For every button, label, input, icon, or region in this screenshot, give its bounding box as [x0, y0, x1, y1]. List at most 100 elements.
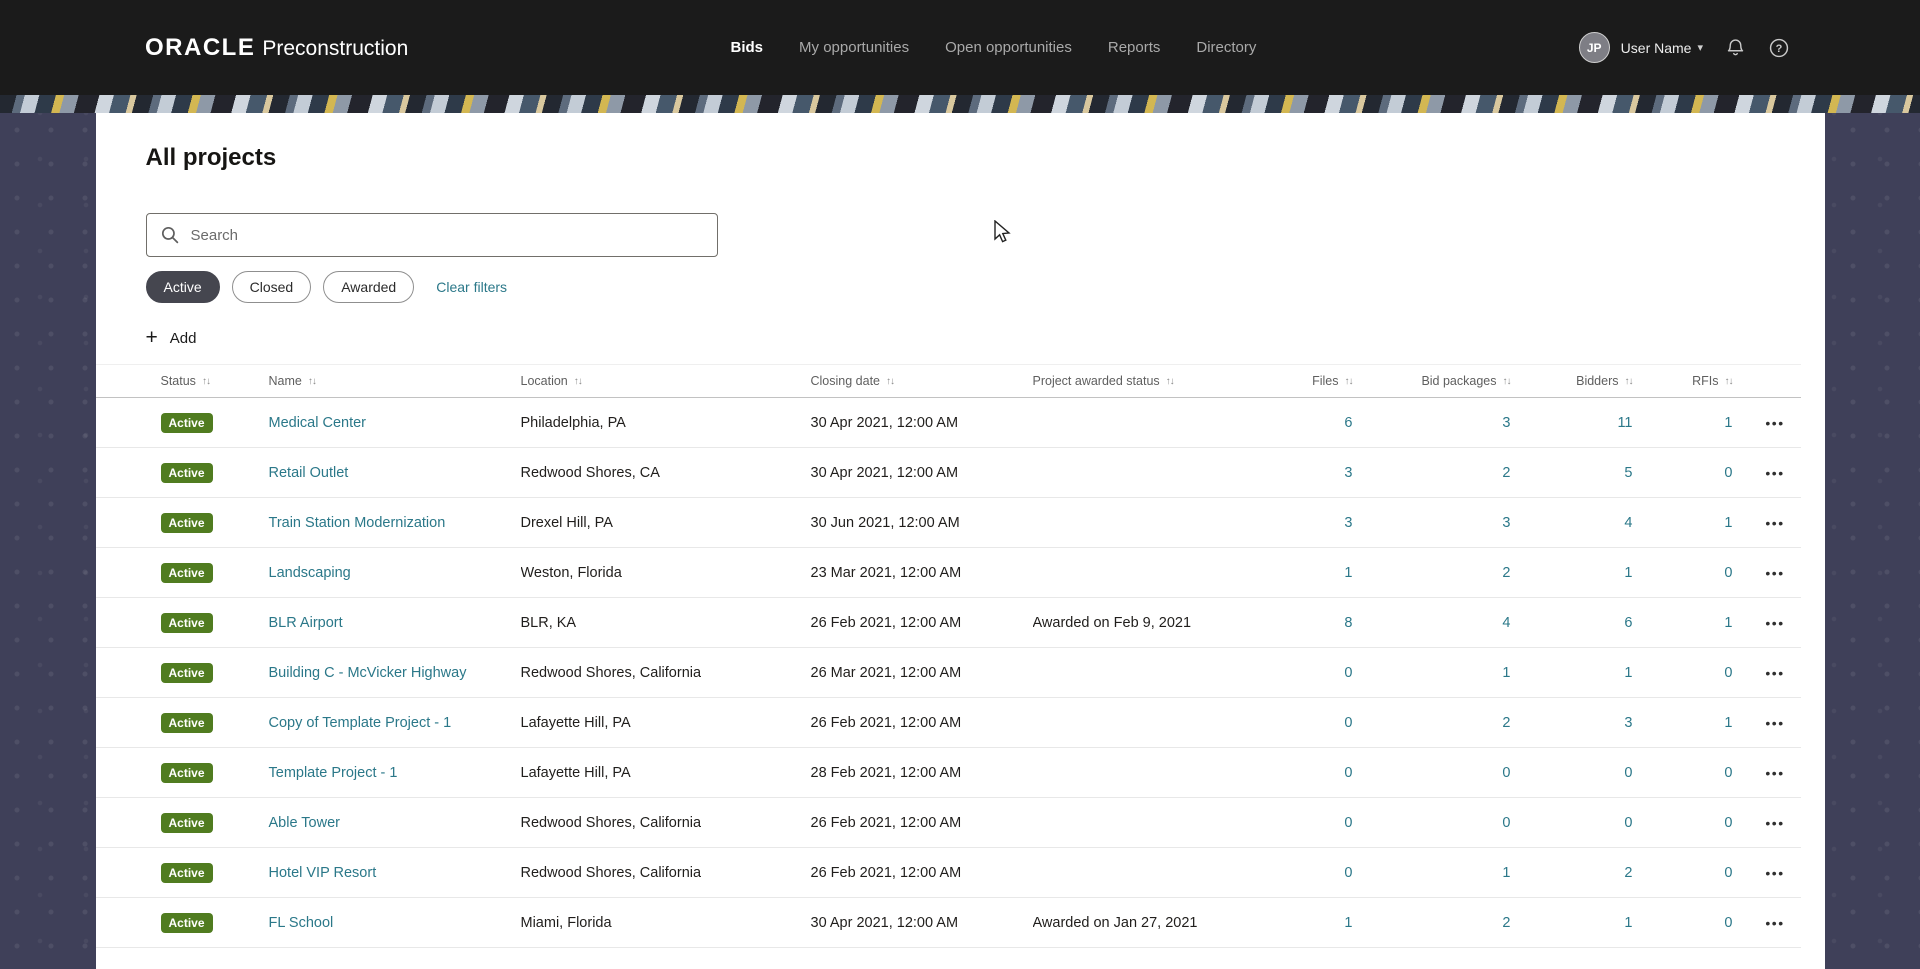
bid-packages-count-link[interactable]: 2 — [1502, 915, 1510, 931]
row-actions-button[interactable]: ••• — [1761, 511, 1788, 535]
project-name-link[interactable]: Train Station Modernization — [269, 515, 446, 531]
col-header-files: Files ↑↓ — [1265, 374, 1370, 388]
row-actions-button[interactable]: ••• — [1761, 561, 1788, 585]
bidders-count-link[interactable]: 4 — [1624, 515, 1632, 531]
plus-icon: + — [145, 326, 158, 349]
clear-filters-link[interactable]: Clear filters — [436, 279, 507, 295]
project-name-link[interactable]: Landscaping — [269, 565, 351, 581]
avatar[interactable]: JP — [1578, 32, 1610, 63]
project-name-link[interactable]: Building C - McVicker Highway — [269, 665, 467, 681]
col-label-files: Files — [1312, 374, 1339, 388]
row-actions-button[interactable]: ••• — [1761, 861, 1788, 885]
rfis-count-link[interactable]: 0 — [1724, 915, 1732, 931]
user-menu[interactable]: User Name ▾ — [1621, 40, 1703, 56]
rfis-count-link[interactable]: 0 — [1724, 865, 1732, 881]
status-cell: Active — [96, 612, 251, 633]
project-name-link[interactable]: Template Project - 1 — [269, 765, 398, 781]
bidders-count-link[interactable]: 1 — [1624, 665, 1632, 681]
status-cell: Active — [96, 562, 251, 583]
filter-chip-closed[interactable]: Closed — [231, 271, 312, 303]
search-input[interactable] — [145, 213, 718, 257]
sort-name-icon[interactable]: ↑↓ — [308, 376, 317, 387]
files-count-link[interactable]: 1 — [1344, 915, 1352, 931]
bid-packages-count-link[interactable]: 3 — [1502, 415, 1510, 431]
project-name-link[interactable]: Medical Center — [269, 415, 367, 431]
bid-packages-count-link[interactable]: 0 — [1502, 815, 1510, 831]
add-button[interactable]: + Add — [145, 326, 197, 349]
sort-location-icon[interactable]: ↑↓ — [574, 376, 583, 387]
bidders-count-link[interactable]: 11 — [1617, 415, 1632, 431]
files-count-link[interactable]: 0 — [1344, 715, 1352, 731]
bid-packages-count-link[interactable]: 2 — [1502, 465, 1510, 481]
files-count-link[interactable]: 1 — [1344, 565, 1352, 581]
project-name-link[interactable]: Hotel VIP Resort — [269, 865, 377, 881]
rfis-count-link[interactable]: 1 — [1724, 715, 1732, 731]
bidders-count-link[interactable]: 0 — [1624, 815, 1632, 831]
bid-packages-count-link[interactable]: 1 — [1502, 865, 1510, 881]
sort-bidders-icon[interactable]: ↑↓ — [1625, 376, 1634, 387]
filter-chip-active[interactable]: Active — [145, 271, 220, 303]
row-actions-button[interactable]: ••• — [1761, 911, 1788, 935]
bid-packages-cell: 3 — [1370, 515, 1528, 531]
bid-packages-count-link[interactable]: 2 — [1502, 565, 1510, 581]
project-location: Redwood Shores, CA — [520, 464, 660, 481]
col-label-location: Location — [520, 374, 568, 388]
sort-files-icon[interactable]: ↑↓ — [1345, 376, 1354, 387]
sort-status-icon[interactable]: ↑↓ — [202, 376, 211, 387]
project-name-link[interactable]: BLR Airport — [269, 615, 343, 631]
rfis-count-link[interactable]: 0 — [1724, 565, 1732, 581]
rfis-count-link[interactable]: 0 — [1724, 765, 1732, 781]
bidders-count-link[interactable]: 5 — [1624, 465, 1632, 481]
rfis-count-link[interactable]: 0 — [1724, 815, 1732, 831]
files-count-link[interactable]: 0 — [1344, 765, 1352, 781]
bidders-count-link[interactable]: 3 — [1624, 715, 1632, 731]
bid-packages-count-link[interactable]: 0 — [1502, 765, 1510, 781]
files-count-link[interactable]: 8 — [1344, 615, 1352, 631]
project-name-link[interactable]: Retail Outlet — [269, 465, 349, 481]
bidders-count-link[interactable]: 6 — [1624, 615, 1632, 631]
sort-awarded-status-icon[interactable]: ↑↓ — [1166, 376, 1175, 387]
row-actions-button[interactable]: ••• — [1761, 811, 1788, 835]
project-name-link[interactable]: FL School — [269, 915, 334, 931]
bid-packages-count-link[interactable]: 1 — [1502, 665, 1510, 681]
sort-rfis-icon[interactable]: ↑↓ — [1725, 376, 1734, 387]
row-actions-button[interactable]: ••• — [1761, 711, 1788, 735]
status-badge: Active — [160, 862, 213, 883]
files-count-link[interactable]: 3 — [1344, 465, 1352, 481]
nav-open-opportunities[interactable]: Open opportunities — [945, 39, 1072, 56]
help-icon[interactable]: ? — [1768, 37, 1790, 59]
nav-bids[interactable]: Bids — [731, 39, 764, 56]
status-cell: Active — [96, 662, 251, 683]
notifications-bell-icon[interactable] — [1725, 37, 1746, 58]
files-count-link[interactable]: 0 — [1344, 665, 1352, 681]
bidders-count-link[interactable]: 1 — [1624, 565, 1632, 581]
nav-my-opportunities[interactable]: My opportunities — [799, 39, 909, 56]
nav-reports[interactable]: Reports — [1108, 39, 1161, 56]
rfis-count-link[interactable]: 1 — [1724, 515, 1732, 531]
sort-bid-packages-icon[interactable]: ↑↓ — [1503, 376, 1512, 387]
files-count-link[interactable]: 0 — [1344, 865, 1352, 881]
row-actions-button[interactable]: ••• — [1761, 411, 1788, 435]
row-actions-button[interactable]: ••• — [1761, 611, 1788, 635]
filter-chip-awarded[interactable]: Awarded — [323, 271, 415, 303]
bidders-count-link[interactable]: 0 — [1624, 765, 1632, 781]
row-actions-button[interactable]: ••• — [1761, 761, 1788, 785]
rfis-count-link[interactable]: 0 — [1724, 465, 1732, 481]
project-name-link[interactable]: Able Tower — [269, 815, 340, 831]
project-name-link[interactable]: Copy of Template Project - 1 — [269, 715, 452, 731]
bidders-count-link[interactable]: 2 — [1624, 865, 1632, 881]
rfis-count-link[interactable]: 1 — [1724, 415, 1732, 431]
files-count-link[interactable]: 6 — [1344, 415, 1352, 431]
bidders-count-link[interactable]: 1 — [1624, 915, 1632, 931]
bid-packages-count-link[interactable]: 2 — [1502, 715, 1510, 731]
row-actions-button[interactable]: ••• — [1761, 661, 1788, 685]
nav-directory[interactable]: Directory — [1196, 39, 1256, 56]
rfis-count-link[interactable]: 1 — [1724, 615, 1732, 631]
sort-closing-date-icon[interactable]: ↑↓ — [886, 376, 895, 387]
files-count-link[interactable]: 0 — [1344, 815, 1352, 831]
rfis-count-link[interactable]: 0 — [1724, 665, 1732, 681]
files-count-link[interactable]: 3 — [1344, 515, 1352, 531]
bid-packages-count-link[interactable]: 4 — [1502, 615, 1510, 631]
bid-packages-count-link[interactable]: 3 — [1502, 515, 1510, 531]
row-actions-button[interactable]: ••• — [1761, 461, 1788, 485]
